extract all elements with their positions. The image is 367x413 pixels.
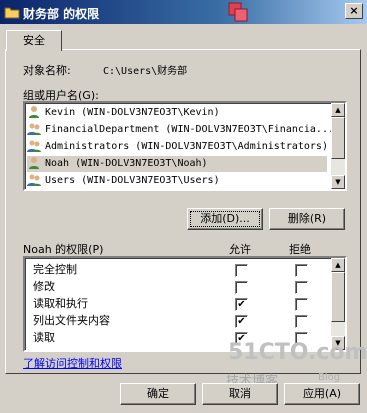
user-row-label: Kevin (WIN-DOLV3N7EO3T\Kevin) bbox=[45, 107, 220, 118]
allow-checkbox-full-control[interactable] bbox=[235, 264, 248, 277]
apply-button[interactable]: 应用(A) bbox=[284, 383, 360, 405]
user-row-label: Administrators (WIN-DOLV3N7EO3T\Administ… bbox=[45, 141, 328, 152]
permissions-list: 完全控制 修改 读取和执行 列出文件夹内容 读取 ✔ ✔ ✔ ▲ ▼ bbox=[23, 256, 347, 352]
group-icon bbox=[27, 123, 41, 135]
tab-security[interactable]: 安全 bbox=[6, 30, 62, 51]
perm-row-modify: 修改 bbox=[33, 278, 55, 295]
perm-label: 列出文件夹内容 bbox=[33, 314, 110, 327]
deny-checkbox-read-execute[interactable] bbox=[295, 298, 308, 311]
watermark-site: 51CTO.com bbox=[228, 340, 367, 365]
user-row-label: Users (WIN-DOLV3N7EO3T\Users) bbox=[45, 175, 220, 186]
allow-header: 允许 bbox=[229, 243, 251, 256]
allow-checkbox-modify[interactable] bbox=[235, 281, 248, 294]
perm-label: 读取和执行 bbox=[33, 297, 88, 310]
user-row-kevin[interactable]: Kevin (WIN-DOLV3N7EO3T\Kevin) bbox=[27, 105, 327, 121]
access-control-help-link[interactable]: 了解访问控制和权限 bbox=[23, 355, 122, 371]
allow-checkbox-list-folder[interactable]: ✔ bbox=[235, 315, 248, 328]
group-icon bbox=[27, 140, 41, 152]
user-row-administrators[interactable]: Administrators (WIN-DOLV3N7EO3T\Administ… bbox=[27, 139, 328, 155]
watermark-blog: Blog bbox=[318, 372, 341, 383]
permissions-label: Noah 的权限(P) bbox=[23, 243, 104, 256]
user-icon bbox=[29, 157, 39, 169]
deny-checkbox-full-control[interactable] bbox=[295, 264, 308, 277]
object-name-value: C:\Users\财务部 bbox=[103, 66, 188, 77]
perm-row-list-folder: 列出文件夹内容 bbox=[33, 312, 110, 329]
remove-button[interactable]: 删除(R) bbox=[269, 208, 345, 230]
perm-row-read: 读取 bbox=[33, 329, 55, 346]
perm-label: 读取 bbox=[33, 331, 55, 344]
object-name-label: 对象名称: bbox=[23, 64, 71, 77]
users-list[interactable]: Kevin (WIN-DOLV3N7EO3T\Kevin) FinancialD… bbox=[23, 101, 347, 191]
scroll-thumb[interactable] bbox=[331, 117, 345, 159]
user-row-label: FinancialDepartment (WIN-DOLV3N7EO3T\Fin… bbox=[45, 124, 334, 135]
deny-header: 拒绝 bbox=[289, 243, 311, 256]
user-row-users[interactable]: Users (WIN-DOLV3N7EO3T\Users) bbox=[27, 173, 327, 189]
perm-label: 修改 bbox=[33, 280, 55, 293]
user-row-financialdepartment[interactable]: FinancialDepartment (WIN-DOLV3N7EO3T\Fin… bbox=[27, 122, 334, 138]
users-scrollbar[interactable]: ▲ ▼ bbox=[331, 103, 345, 189]
ok-button[interactable]: 确定 bbox=[120, 383, 196, 405]
user-icon bbox=[29, 106, 39, 118]
scroll-thumb[interactable] bbox=[331, 272, 345, 322]
perm-row-full-control: 完全控制 bbox=[33, 261, 77, 278]
add-button[interactable]: 添加(D)... bbox=[187, 208, 263, 230]
close-button[interactable]: × bbox=[345, 3, 363, 19]
folder-icon bbox=[4, 7, 20, 19]
user-row-label: Noah (WIN-DOLV3N7EO3T\Noah) bbox=[45, 158, 208, 169]
perm-label: 完全控制 bbox=[33, 263, 77, 276]
deny-checkbox-modify[interactable] bbox=[295, 281, 308, 294]
permissions-scrollbar[interactable]: ▲ ▼ bbox=[331, 258, 345, 350]
group-icon bbox=[27, 174, 41, 186]
allow-checkbox-read-execute[interactable]: ✔ bbox=[235, 298, 248, 311]
scroll-up-button[interactable]: ▲ bbox=[331, 103, 345, 117]
user-row-noah[interactable]: Noah (WIN-DOLV3N7EO3T\Noah) bbox=[27, 156, 327, 172]
window-title: 财务部 的权限 bbox=[23, 7, 100, 21]
scroll-up-button[interactable]: ▲ bbox=[331, 258, 345, 272]
title-bar[interactable]: 财务部 的权限 × bbox=[0, 0, 367, 24]
cancel-button[interactable]: 取消 bbox=[202, 383, 278, 405]
deny-checkbox-list-folder[interactable] bbox=[295, 315, 308, 328]
copy-icon bbox=[228, 2, 248, 22]
scroll-down-button[interactable]: ▼ bbox=[331, 175, 345, 189]
perm-row-read-execute: 读取和执行 bbox=[33, 295, 88, 312]
